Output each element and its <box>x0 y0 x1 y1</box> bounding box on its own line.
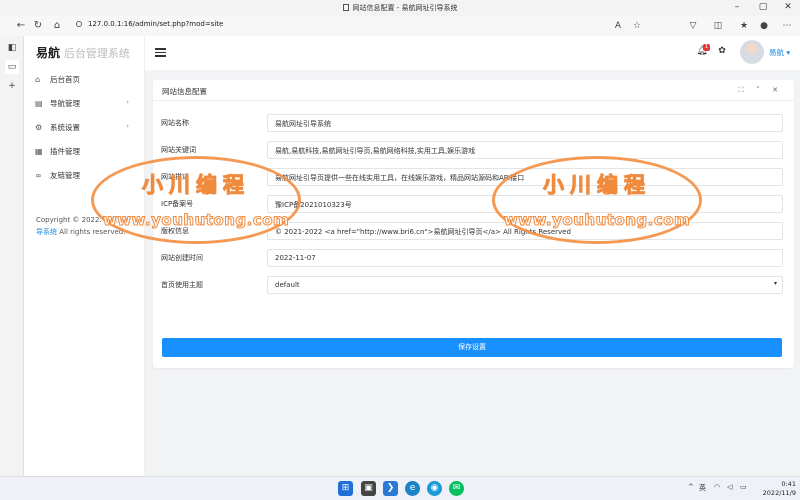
task-view-icon[interactable]: ▣ <box>361 481 376 496</box>
username: 易航 <box>769 48 784 57</box>
sidebar-item-label: 插件管理 <box>50 147 80 156</box>
home-icon: ⌂ <box>35 75 41 84</box>
minimize-icon[interactable]: – <box>731 2 743 12</box>
site-name-input[interactable]: 易航网址引导系统 <box>267 114 783 132</box>
watermark-title: 小川编程 <box>543 172 651 198</box>
taskbar: ⊞ ▣ ❯ e ◉ ✉ ^ 英 ◠ ◁ ▭ 0:41 2022/11/9 <box>0 476 800 500</box>
sidebar-item-label: 系统设置 <box>50 123 80 132</box>
battery-icon[interactable]: ▭ <box>740 483 747 491</box>
chevron-down-icon: ▾ <box>786 48 791 57</box>
watermark-right: 小川编程 www.youhutong.com <box>492 156 702 244</box>
extension-icon[interactable]: ▽ <box>686 19 700 33</box>
edge-icon[interactable]: e <box>405 481 420 496</box>
address-bar[interactable]: 127.0.0.1:16/admin/set.php?mod=site <box>76 20 223 28</box>
favorite-star-icon[interactable]: ☆ <box>630 19 644 33</box>
browser-app-icon[interactable]: ◉ <box>427 481 442 496</box>
card-title: 网站信息配置 <box>162 87 207 96</box>
sidebar-item-system-settings[interactable]: ⚙ 系统设置 › <box>24 118 145 142</box>
home-icon[interactable]: ⌂ <box>50 19 64 33</box>
watermark-title: 小川编程 <box>142 172 250 198</box>
back-icon[interactable]: ← <box>14 19 28 33</box>
copyright-link[interactable]: 导系统 <box>36 228 57 236</box>
brand-main: 易航 <box>36 46 61 60</box>
user-menu[interactable]: 易航 ▾ <box>769 47 790 58</box>
avatar[interactable] <box>740 40 764 64</box>
tab-title-text: 网站信息配置 - 易航网址引导系统 <box>352 4 458 12</box>
menu-toggle-icon[interactable] <box>155 48 166 57</box>
site-name-value: 易航网址引导系统 <box>275 120 331 128</box>
sidebar-item-nav-manage[interactable]: ▤ 导航管理 › <box>24 94 145 118</box>
copyright-rights: All rights reserved. <box>59 228 126 236</box>
watermark-url: www.youhutong.com <box>503 211 691 230</box>
url-text: 127.0.0.1:16/admin/set.php?mod=site <box>88 20 224 28</box>
sidebar-item-home[interactable]: ⌂ 后台首页 <box>24 70 145 94</box>
close-icon[interactable]: ✕ <box>782 2 794 12</box>
plugin-icon: ▦ <box>35 147 43 156</box>
sidebar-icon[interactable]: ◫ <box>711 19 725 33</box>
chevron-right-icon: › <box>126 122 129 130</box>
site-created-date-label: 网站创建时间 <box>161 254 203 262</box>
document-icon <box>342 4 349 11</box>
theme-label: 首页使用主题 <box>161 281 203 289</box>
gear-icon: ⚙ <box>35 123 43 132</box>
ime-indicator[interactable]: 英 <box>699 483 706 493</box>
palette-icon[interactable]: ✿ <box>716 46 728 58</box>
list-icon: ▤ <box>35 99 43 108</box>
sidebar-item-label: 友链管理 <box>50 171 80 180</box>
sidebar: 易航 后台管理系统 ⌂ 后台首页 ▤ 导航管理 › ⚙ 系统设置 › ▦ 插件管… <box>24 36 145 476</box>
vscode-icon[interactable]: ❯ <box>383 481 398 496</box>
watermark-url: www.youhutong.com <box>102 211 290 230</box>
fullscreen-icon[interactable]: ⛶ <box>736 85 746 95</box>
site-info-icon[interactable] <box>76 21 82 27</box>
system-clock[interactable]: 0:41 2022/11/9 <box>752 480 796 498</box>
site-created-date-value: 2022-11-07 <box>275 254 316 262</box>
brand-logo[interactable]: 易航 后台管理系统 <box>36 44 130 64</box>
wechat-icon[interactable]: ✉ <box>449 481 464 496</box>
wifi-icon[interactable]: ◠ <box>714 483 720 491</box>
site-keywords-value: 易航,易航科技,易航网址引导页,易航网络科技,实用工具,娱乐游戏 <box>275 147 476 155</box>
site-created-date-input[interactable]: 2022-11-07 <box>267 249 783 267</box>
read-aloud-icon[interactable]: A <box>611 19 625 33</box>
brand-sub: 后台管理系统 <box>63 47 130 60</box>
start-icon[interactable]: ⊞ <box>338 481 353 496</box>
watermark-left: 小川编程 www.youhutong.com <box>91 156 301 244</box>
more-icon[interactable]: ⋯ <box>780 19 794 33</box>
new-tab-icon[interactable]: + <box>5 79 19 93</box>
theme-select[interactable]: default ▾ <box>267 276 783 294</box>
browser-toolbar: ← ↻ ⌂ 127.0.0.1:16/admin/set.php?mod=sit… <box>0 16 800 36</box>
chevron-down-icon: ▾ <box>773 280 777 287</box>
sidebar-item-plugins[interactable]: ▦ 插件管理 <box>24 142 145 166</box>
link-icon: ∞ <box>35 171 42 180</box>
site-keywords-label: 网站关键词 <box>161 146 196 154</box>
close-icon[interactable]: ✕ <box>770 85 780 95</box>
volume-icon[interactable]: ◁ <box>727 483 732 491</box>
topbar: 🔔︎ 1 ✿ 易航 ▾ <box>145 36 800 70</box>
sidebar-item-label: 后台首页 <box>50 75 80 84</box>
chevron-right-icon: › <box>126 98 129 106</box>
clock-date: 2022/11/9 <box>762 489 796 497</box>
save-button[interactable]: 保存设置 <box>162 338 782 357</box>
site-keywords-input[interactable]: 易航,易航科技,易航网址引导页,易航网络科技,实用工具,娱乐游戏 <box>267 141 783 159</box>
refresh-icon[interactable]: ↻ <box>31 19 45 33</box>
browser-title-bar: 网站信息配置 - 易航网址引导系统 – ▢ ✕ <box>0 0 800 16</box>
copyright-text: Copyright © 2022. <box>36 216 102 224</box>
theme-value: default <box>275 281 300 289</box>
active-tab-icon[interactable]: ▭ <box>5 60 19 74</box>
favorites-icon[interactable]: ★ <box>737 19 751 33</box>
notification-badge: 1 <box>703 44 710 51</box>
browser-vertical-tabs: ◧ ▭ + <box>0 36 24 476</box>
admin-page: 易航 后台管理系统 ⌂ 后台首页 ▤ 导航管理 › ⚙ 系统设置 › ▦ 插件管… <box>24 36 800 476</box>
tray-overflow-icon[interactable]: ^ <box>688 483 694 491</box>
site-description-value: 易航网址引导页提供一些在线实用工具，在线娱乐游戏，精品网站源码和API接口 <box>275 174 525 182</box>
tab-actions-icon[interactable]: ◧ <box>5 41 19 55</box>
site-name-label: 网站名称 <box>161 119 189 127</box>
card-header: 网站信息配置 ⛶ ˄ ✕ <box>153 80 794 101</box>
maximize-icon[interactable]: ▢ <box>757 2 769 12</box>
clock-time: 0:41 <box>781 480 796 488</box>
collapse-icon[interactable]: ˄ <box>753 85 763 95</box>
tab-title[interactable]: 网站信息配置 - 易航网址引导系统 <box>0 3 800 13</box>
profile-avatar-icon[interactable]: ● <box>757 19 771 33</box>
sidebar-item-label: 导航管理 <box>50 99 80 108</box>
